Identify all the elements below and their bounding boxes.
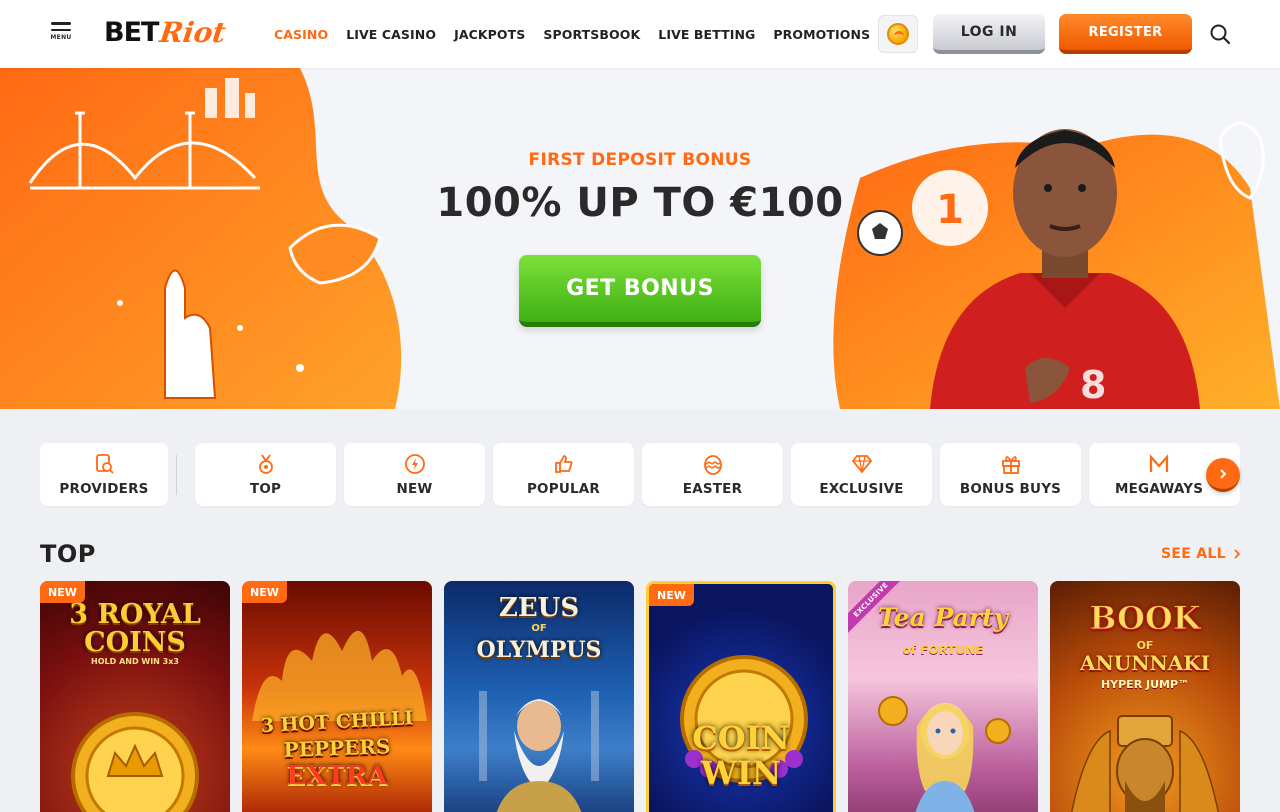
coin-shop-button[interactable] (878, 15, 918, 53)
gold-coin-icon (71, 712, 199, 812)
providers-icon (96, 453, 114, 474)
game-tile[interactable]: ZEUS OF OLYMPUS (444, 581, 634, 812)
game-subtitle: of FORTUNE (902, 643, 984, 657)
menu-button[interactable]: MENU (48, 22, 74, 48)
game-subtitle: OF (531, 623, 547, 634)
category-label: EXCLUSIVE (819, 480, 904, 497)
nav-live-betting[interactable]: LIVE BETTING (658, 27, 755, 42)
hamburger-icon-line (51, 28, 71, 31)
nav-live-casino[interactable]: LIVE CASINO (346, 27, 436, 42)
game-title: 3 ROYAL (69, 599, 201, 630)
main-nav: CASINO LIVE CASINO JACKPOTS SPORTSBOOK L… (274, 0, 870, 68)
game-title: WIN (700, 754, 782, 792)
svg-text:1: 1 (936, 187, 964, 233)
see-all-link[interactable]: SEE ALL (1161, 546, 1242, 562)
category-next-button[interactable] (1206, 458, 1240, 492)
game-title: COIN (692, 719, 790, 757)
game-title: BOOK (1089, 599, 1201, 638)
menu-label: MENU (50, 34, 72, 41)
hero-subtitle: FIRST DEPOSIT BONUS (528, 150, 752, 170)
coin-icon (887, 23, 909, 45)
zeus-figure-icon (479, 691, 599, 812)
category-label: BONUS BUYS (959, 480, 1062, 497)
site-header: MENU BET Riot CASINO LIVE CASINO JACKPOT… (0, 0, 1280, 68)
lightning-icon (404, 453, 425, 474)
chevron-right-icon (1234, 549, 1241, 559)
chevron-right-icon (1220, 468, 1227, 479)
new-badge: NEW (242, 581, 287, 603)
hamburger-icon (51, 22, 71, 25)
see-all-label: SEE ALL (1161, 546, 1226, 562)
game-subtitle: EXTRA (286, 761, 388, 791)
game-tile[interactable]: NEW 3 ROYAL COINS HOLD AND WIN 3x3 (40, 581, 230, 812)
megaways-icon (1149, 453, 1169, 472)
category-bar: PROVIDERS TOP NEW POPULAR EASTER EXCLUSI… (40, 443, 1240, 506)
hero-banner: 1 8 FIRST DEPOSIT BONUS 100% UP TO €100 … (0, 68, 1280, 409)
category-new[interactable]: NEW (344, 443, 485, 506)
nav-promotions[interactable]: PROMOTIONS (773, 27, 870, 42)
category-easter[interactable]: EASTER (642, 443, 783, 506)
category-label: PROVIDERS (59, 480, 149, 497)
hero-right-illustration: 1 8 (833, 121, 1280, 409)
thumbs-up-icon (554, 454, 572, 473)
anunnaki-figure-icon (1071, 715, 1219, 812)
category-popular[interactable]: POPULAR (493, 443, 634, 506)
category-label: TOP (249, 480, 282, 497)
category-providers[interactable]: PROVIDERS (40, 443, 168, 506)
game-title: Tea Party (877, 603, 1009, 632)
category-label: POPULAR (526, 480, 601, 497)
search-icon[interactable] (1209, 23, 1231, 45)
svg-text:8: 8 (1080, 363, 1106, 407)
game-title: ZEUS (498, 593, 580, 623)
login-button[interactable]: LOG IN (933, 14, 1045, 54)
category-bonus-buys[interactable]: BONUS BUYS (940, 443, 1081, 506)
category-divider (176, 455, 177, 495)
section-title: TOP (40, 540, 96, 568)
nav-casino[interactable]: CASINO (274, 27, 328, 42)
game-title: ANUNNAKI (1079, 651, 1211, 675)
egg-icon (703, 454, 722, 475)
game-title: PEPPERS (283, 734, 391, 762)
game-subtitle: HYPER JUMP™ (1100, 678, 1190, 691)
get-bonus-button[interactable]: GET BONUS (519, 255, 761, 327)
game-subtitle: HOLD AND WIN 3x3 (91, 657, 179, 666)
diamond-icon (851, 454, 872, 473)
betriot-logo[interactable]: BET Riot (104, 12, 229, 52)
game-tile[interactable]: NEW COIN WIN (646, 581, 836, 812)
logo-riot-text: Riot (158, 15, 229, 49)
new-badge: NEW (40, 581, 85, 603)
hero-title: 100% UP TO €100 (436, 180, 844, 226)
gift-icon (1001, 455, 1020, 474)
hero-left-illustration (0, 68, 402, 409)
nav-jackpots[interactable]: JACKPOTS (454, 27, 525, 42)
logo-bet-text: BET (104, 16, 159, 48)
category-label: MEGAWAYS (1115, 480, 1204, 497)
alice-figure-icon (878, 696, 1011, 812)
medal-icon (258, 454, 273, 474)
game-tile[interactable]: BOOK OF ANUNNAKI HYPER JUMP™ (1050, 581, 1240, 812)
category-top[interactable]: TOP (195, 443, 336, 506)
top-games-row: NEW 3 ROYAL COINS HOLD AND WIN 3x3 NEW 3… (40, 581, 1240, 812)
nav-sportsbook[interactable]: SPORTSBOOK (543, 27, 640, 42)
category-exclusive[interactable]: EXCLUSIVE (791, 443, 932, 506)
flames-icon (252, 630, 427, 721)
game-tile[interactable]: EXCLUSIVE Tea Party of FORTUNE (848, 581, 1038, 812)
game-tile[interactable]: NEW 3 HOT CHILLI PEPPERS EXTRA (242, 581, 432, 812)
category-label: NEW (396, 480, 433, 497)
new-badge: NEW (649, 584, 694, 606)
category-label: EASTER (682, 480, 743, 497)
register-button[interactable]: REGISTER (1059, 14, 1192, 54)
game-title: COINS (84, 627, 186, 658)
game-title: OLYMPUS (476, 637, 602, 663)
